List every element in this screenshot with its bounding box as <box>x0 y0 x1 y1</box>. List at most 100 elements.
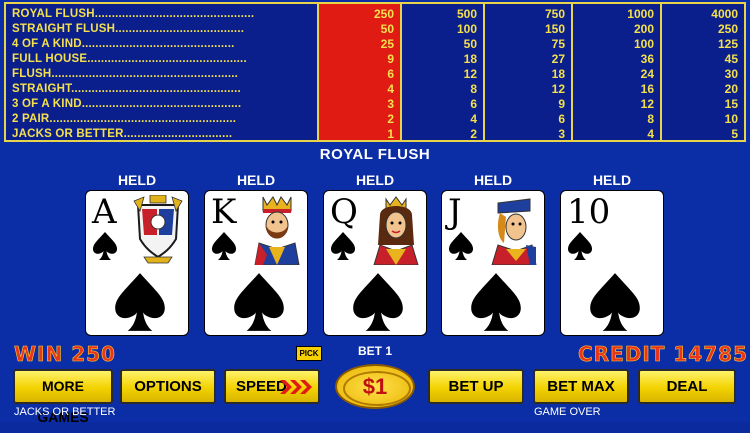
coin-denomination-button[interactable]: $1 <box>335 364 415 409</box>
hand-name-jacks-or-better: JACKS OR BETTER.........................… <box>12 128 233 140</box>
payout-value: 3 <box>558 127 565 141</box>
spade-icon <box>93 232 117 260</box>
payout-value: 36 <box>640 52 654 66</box>
payout-value: 2 <box>470 127 477 141</box>
game-name-label: JACKS OR BETTER <box>14 406 116 418</box>
card-3[interactable]: Q <box>323 190 427 336</box>
hand-name-straight: STRAIGHT................................… <box>12 83 241 95</box>
payout-value: 8 <box>647 112 654 126</box>
payout-value: 8 <box>470 82 477 96</box>
payout-value: 4000 <box>711 7 738 21</box>
spade-icon <box>212 232 236 260</box>
paytable-column-5-coins: 4000 250 125 45 30 20 15 10 5 <box>660 4 744 141</box>
payout-value: 50 <box>380 22 394 36</box>
speed-button[interactable]: SPEED <box>224 369 320 404</box>
hand-name-three-of-a-kind: 3 OF A KIND.............................… <box>12 98 242 110</box>
paytable-column-2-coins: 500 100 50 18 12 8 6 4 2 <box>400 4 483 141</box>
spade-icon <box>115 273 165 331</box>
payout-value: 4 <box>647 127 654 141</box>
payout-value: 250 <box>717 22 738 36</box>
queen-face-icon <box>373 196 419 265</box>
card-2[interactable]: K <box>204 190 308 336</box>
payout-value: 18 <box>463 52 477 66</box>
speed-arrows-icon <box>280 380 312 394</box>
spade-icon <box>449 232 473 260</box>
paytable: ROYAL FLUSH.............................… <box>4 2 746 142</box>
hand-result-label: ROYAL FLUSH <box>319 146 431 163</box>
payout-value: 5 <box>731 127 738 141</box>
payout-value: 4 <box>470 112 477 126</box>
held-label-card-1: HELD <box>117 172 157 188</box>
card-1[interactable]: A <box>85 190 189 336</box>
payout-value: 16 <box>640 82 654 96</box>
spade-icon <box>568 232 592 260</box>
held-label-card-5: HELD <box>592 172 632 188</box>
payout-value: 100 <box>633 37 654 51</box>
spade-icon <box>353 273 403 331</box>
payout-value: 27 <box>551 52 565 66</box>
payout-value: 6 <box>470 97 477 111</box>
payout-value: 10 <box>724 112 738 126</box>
payout-value: 24 <box>640 67 654 81</box>
hand-name-four-of-a-kind: 4 OF A KIND.............................… <box>12 38 235 50</box>
king-face-icon <box>254 196 300 265</box>
payout-value: 75 <box>551 37 565 51</box>
held-label-card-4: HELD <box>473 172 513 188</box>
ace-crest-icon <box>133 195 183 264</box>
payout-value: 12 <box>463 67 477 81</box>
payout-value: 3 <box>387 97 394 111</box>
options-button[interactable]: OPTIONS <box>120 369 216 404</box>
payout-value: 18 <box>551 67 565 81</box>
payout-value: 1000 <box>627 7 654 21</box>
card-4[interactable]: J <box>441 190 545 336</box>
jack-face-icon <box>491 198 537 265</box>
payout-value: 15 <box>724 97 738 111</box>
payout-value: 45 <box>724 52 738 66</box>
win-amount: WIN 250 <box>14 342 116 367</box>
hand-name-royal-flush: ROYAL FLUSH.............................… <box>12 8 255 20</box>
more-games-button[interactable]: MORE GAMES <box>13 369 113 425</box>
payout-value: 250 <box>373 7 394 21</box>
card-5[interactable]: 10 <box>560 190 664 336</box>
game-screen: ROYAL FLUSH.............................… <box>0 0 750 425</box>
payout-value: 50 <box>463 37 477 51</box>
bet-up-button[interactable]: BET UP <box>428 369 524 404</box>
payout-value: 1 <box>387 127 394 141</box>
payout-value: 12 <box>551 82 565 96</box>
payout-value: 150 <box>544 22 565 36</box>
card-rank: 10 <box>567 192 611 232</box>
payout-value: 6 <box>558 112 565 126</box>
payout-value: 20 <box>724 82 738 96</box>
spade-icon <box>234 273 284 331</box>
payout-value: 9 <box>387 52 394 66</box>
payout-value: 500 <box>456 7 477 21</box>
pick-button[interactable]: PICK <box>296 346 322 361</box>
paytable-column-1-coin: 250 50 25 9 6 4 3 2 1 <box>317 4 400 141</box>
spade-icon <box>331 232 355 260</box>
payout-value: 750 <box>544 7 565 21</box>
payout-value: 25 <box>380 37 394 51</box>
payout-value: 9 <box>558 97 565 111</box>
deal-button[interactable]: DEAL <box>638 369 736 404</box>
credit-amount: CREDIT 14785 <box>578 342 748 367</box>
payout-value: 125 <box>717 37 738 51</box>
hand-name-flush: FLUSH...................................… <box>12 68 239 80</box>
payout-value: 100 <box>456 22 477 36</box>
held-label-card-3: HELD <box>355 172 395 188</box>
spade-icon <box>590 273 640 331</box>
bet-amount: BET 1 <box>357 344 392 358</box>
paytable-hand-names: ROYAL FLUSH.............................… <box>6 4 318 140</box>
payout-value: 4 <box>387 82 394 96</box>
payout-value: 30 <box>724 67 738 81</box>
game-state-label: GAME OVER <box>534 406 601 418</box>
held-label-card-2: HELD <box>236 172 276 188</box>
paytable-column-3-coins: 750 150 75 27 18 12 9 6 3 <box>483 4 571 141</box>
hand-name-full-house: FULL HOUSE..............................… <box>12 53 247 65</box>
card-rank: K <box>211 192 237 232</box>
bet-max-button[interactable]: BET MAX <box>533 369 629 404</box>
card-rank: Q <box>330 192 358 232</box>
payout-value: 6 <box>387 67 394 81</box>
payout-value: 200 <box>633 22 654 36</box>
card-rank: A <box>92 192 117 232</box>
payout-value: 2 <box>387 112 394 126</box>
